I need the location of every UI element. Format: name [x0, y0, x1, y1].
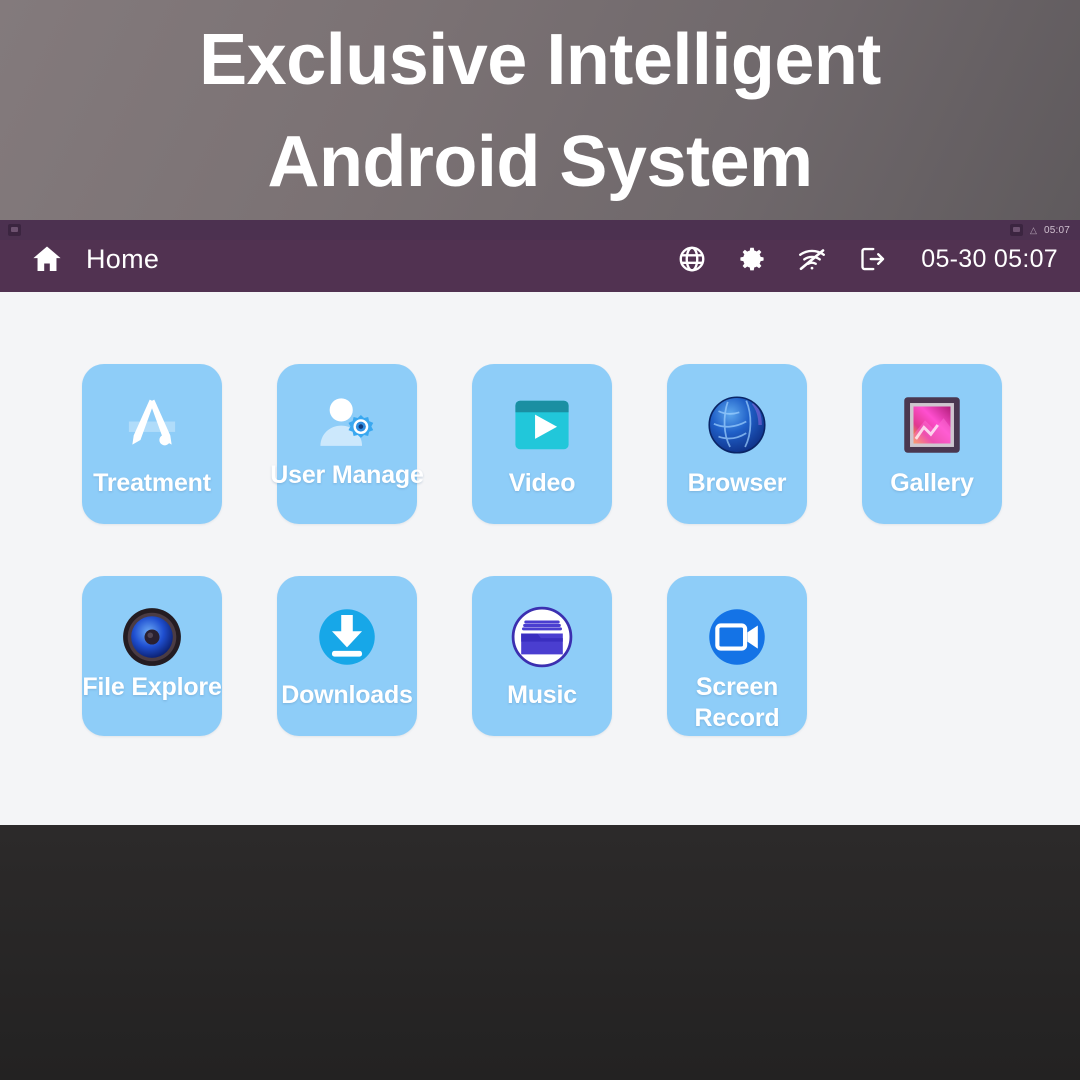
app-tile-user-manage[interactable]: User Manage [270, 364, 424, 524]
app-tile-label: Screen Record [694, 673, 780, 732]
signal-icon: △ [1030, 224, 1037, 235]
app-tile-label: Downloads [281, 681, 413, 709]
promo-title: Exclusive Intelligent Android System [199, 19, 881, 202]
app-tile-screen-record[interactable]: Screen Record [667, 576, 807, 736]
settings-gear-icon[interactable] [737, 244, 767, 274]
app-grid-row: File Explore Downloads Music Screen Reco… [82, 576, 1002, 736]
top-bar-datetime: 05-30 05:07 [921, 244, 1058, 273]
notification-chip-icon [8, 224, 21, 236]
app-tile-downloads[interactable]: Downloads [277, 576, 417, 736]
app-tile-file-explore[interactable]: File Explore [82, 576, 222, 736]
video-player-icon [505, 388, 579, 462]
app-grid-row: Treatment User Manage Video Browser Gall… [82, 364, 1002, 524]
wifi-off-icon[interactable] [797, 244, 827, 274]
language-globe-icon[interactable] [677, 244, 707, 274]
user-gear-icon [310, 388, 384, 462]
app-tile-label: Music [507, 681, 577, 709]
video-camera-circle-icon [700, 600, 774, 674]
app-tile-treatment[interactable]: Treatment [82, 364, 222, 524]
app-tile-label: Gallery [890, 469, 974, 497]
promo-banner: Exclusive Intelligent Android System [0, 0, 1080, 220]
globe-browser-icon [700, 388, 774, 462]
top-bar-actions: 05-30 05:07 [677, 244, 1058, 274]
logout-icon[interactable] [857, 244, 887, 274]
home-icon[interactable] [30, 243, 64, 275]
android-system-status-bar: △ 05:07 [0, 220, 1080, 240]
system-status-right: △ 05:07 [1010, 224, 1080, 236]
app-tile-gallery[interactable]: Gallery [862, 364, 1002, 524]
app-tile-browser[interactable]: Browser [667, 364, 807, 524]
app-grid: Treatment User Manage Video Browser Gall… [82, 364, 1002, 788]
download-circle-icon [310, 600, 384, 674]
page-title: Home [86, 243, 160, 274]
bottom-system-area [0, 825, 1080, 1080]
app-store-tools-icon [115, 388, 189, 462]
app-tile-label: Treatment [93, 469, 211, 497]
app-tile-video[interactable]: Video [472, 364, 612, 524]
folder-circle-icon [505, 600, 579, 674]
speaker-circle-icon [115, 600, 189, 674]
app-tile-label: User Manage [270, 461, 424, 489]
top-bar-left[interactable]: Home [30, 243, 159, 275]
app-tile-label: File Explore [82, 673, 222, 701]
screen-cast-icon [1010, 224, 1024, 236]
picture-frame-icon [895, 388, 969, 462]
app-tile-label: Browser [687, 469, 787, 497]
device-screen: Exclusive Intelligent Android System △ 0… [0, 0, 1080, 1080]
system-status-left [0, 224, 21, 236]
app-tile-label: Video [508, 469, 576, 497]
home-content: Treatment User Manage Video Browser Gall… [0, 292, 1080, 825]
system-status-time: 05:07 [1043, 224, 1070, 236]
app-tile-music[interactable]: Music [472, 576, 612, 736]
